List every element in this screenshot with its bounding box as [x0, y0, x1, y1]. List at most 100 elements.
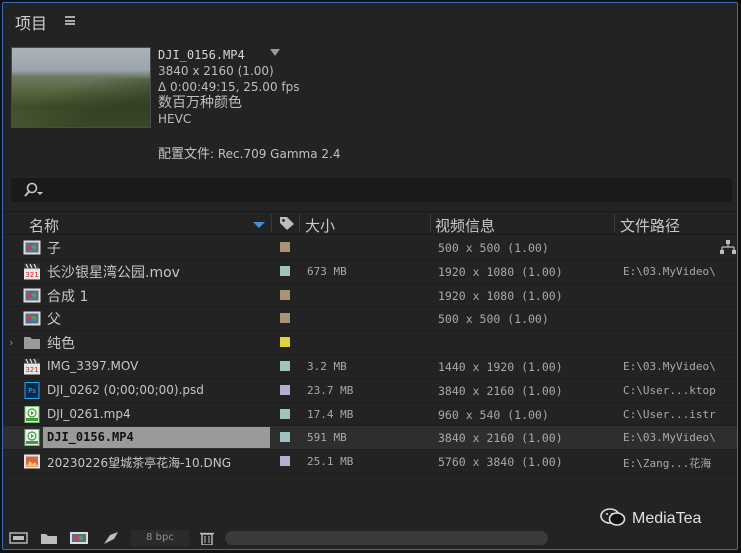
project-item-row[interactable]: DJI_0156.MP4 591 MB 3840 x 2160 (1.00) E:\0…: [3, 426, 737, 451]
profile-label: 配置文件: [158, 147, 211, 162]
label-color-swatch[interactable]: [280, 337, 290, 348]
preview-resolution: 3840 x 2160 (1.00): [158, 64, 274, 78]
preview-thumbnail: [11, 47, 151, 128]
item-name[interactable]: 合成 1: [47, 286, 88, 306]
item-name[interactable]: IMG_3397.MOV: [47, 359, 138, 373]
item-video-info: 3840 x 2160 (1.00): [438, 383, 563, 398]
video-file-icon: 321: [23, 358, 41, 375]
project-item-row[interactable]: 合成 1 1920 x 1080 (1.00): [3, 284, 737, 308]
project-item-row[interactable]: 20230226望城茶亭花海-10.DNG 25.1 MB 5760 x 3840 …: [3, 450, 737, 474]
new-composition-icon[interactable]: [69, 531, 89, 545]
item-name[interactable]: DJI_0156.MP4: [47, 430, 134, 444]
label-tag-icon[interactable]: [279, 216, 295, 231]
search-icon: [24, 182, 43, 197]
item-video-info: 1440 x 1920 (1.00): [438, 359, 563, 374]
project-item-row[interactable]: 父 500 x 500 (1.00): [3, 307, 737, 332]
composition-icon: [23, 310, 41, 327]
column-video-info[interactable]: 视频信息: [435, 215, 495, 236]
label-color-swatch[interactable]: [280, 289, 290, 300]
column-name[interactable]: 名称: [29, 215, 59, 236]
item-name[interactable]: 长沙银星湾公园.mov: [47, 262, 180, 282]
video-file-icon: 321: [23, 263, 41, 280]
label-color-swatch[interactable]: [280, 242, 290, 252]
folder-icon: [23, 334, 41, 351]
preview-codec: HEVC: [158, 112, 192, 126]
item-video-info: 1920 x 1080 (1.00): [438, 288, 563, 303]
profile-value: : Rec.709 Gamma 2.4: [210, 147, 341, 161]
bit-depth-button[interactable]: 8 bpc: [131, 530, 189, 546]
project-settings-icon[interactable]: [101, 531, 121, 545]
label-color-swatch[interactable]: [280, 408, 290, 419]
panel-menu-icon[interactable]: [65, 16, 75, 25]
item-name[interactable]: 子: [47, 238, 61, 258]
item-video-info: 3840 x 2160 (1.00): [438, 431, 563, 446]
search-input[interactable]: [11, 178, 732, 202]
label-color-swatch[interactable]: [280, 265, 290, 276]
item-name[interactable]: 父: [47, 309, 61, 329]
item-size: 673 MB: [307, 264, 347, 278]
column-header: 名称 大小 视频信息 文件路径: [3, 211, 737, 235]
item-name[interactable]: DJI_0262 (0;00;00;00).psd: [47, 383, 204, 397]
project-item-row[interactable]: 321 长沙银星湾公园.mov 673 MB 1920 x 1080 (1.00) E:…: [3, 260, 737, 284]
item-video-info: 500 x 500 (1.00): [438, 312, 549, 327]
item-size: 591 MB: [307, 431, 347, 445]
trash-icon[interactable]: [197, 531, 217, 545]
column-file-path[interactable]: 文件路径: [620, 215, 680, 236]
project-item-row[interactable]: DJI_0261.mp4 17.4 MB 960 x 540 (1.00) C:\Us…: [3, 403, 737, 427]
project-item-row[interactable]: 321 IMG_3397.MOV 3.2 MB 1440 x 1920 (1.00) E…: [3, 355, 737, 379]
label-color-swatch[interactable]: [280, 456, 290, 467]
item-video-info: 960 x 540 (1.00): [438, 407, 549, 422]
sort-descending-icon[interactable]: [253, 222, 265, 228]
label-color-swatch[interactable]: [280, 432, 290, 443]
item-size: 3.2 MB: [307, 359, 347, 373]
composition-flowchart-icon[interactable]: [720, 240, 736, 254]
horizontal-scrollbar[interactable]: [225, 531, 548, 545]
preview-duration: Δ 0:00:49:15, 25.00 fps: [158, 80, 300, 94]
project-item-row[interactable]: 子 500 x 500 (1.00): [3, 236, 737, 260]
photoshop-file-icon: Ps: [23, 381, 41, 399]
item-video-info: 500 x 500 (1.00): [438, 241, 549, 255]
image-file-icon: [23, 453, 41, 470]
new-folder-icon[interactable]: [39, 531, 59, 545]
item-video-info: 5760 x 3840 (1.00): [438, 455, 563, 470]
item-size: 17.4 MB: [307, 407, 354, 421]
column-size[interactable]: 大小: [305, 215, 335, 236]
item-video-info: 1920 x 1080 (1.00): [438, 264, 563, 279]
mp4-file-icon: [23, 429, 41, 447]
composition-icon: [23, 239, 41, 256]
preview-dropdown-icon[interactable]: [270, 49, 280, 56]
item-name[interactable]: 20230226望城茶亭花海-10.DNG: [47, 454, 231, 471]
item-file-path: E:\Zang...花海: [623, 457, 712, 471]
label-color-swatch[interactable]: [280, 360, 290, 371]
item-file-path: E:\03.MyVideo\: [623, 431, 716, 445]
project-item-list: 子 500 x 500 (1.00) 321 长沙银星湾公园.mov 673 MB 192…: [3, 236, 737, 474]
item-file-path: E:\03.MyVideo\: [623, 359, 716, 373]
preview-metadata: DJI_0156.MP4 3840 x 2160 (1.00) Δ 0:00:4…: [158, 47, 300, 127]
mp4-file-icon: [23, 405, 41, 423]
label-color-swatch[interactable]: [280, 384, 290, 395]
svg-text:Ps: Ps: [28, 387, 36, 395]
item-name[interactable]: 纯色: [47, 333, 75, 353]
item-file-path: E:\03.MyVideo\: [623, 264, 716, 278]
svg-text:321: 321: [25, 271, 38, 279]
panel-title[interactable]: 项目: [15, 10, 47, 34]
panel-footer: 8 bpc: [3, 527, 737, 549]
item-file-path: C:\User...ktop: [623, 383, 716, 397]
svg-text:321: 321: [25, 366, 38, 374]
panel-titlebar: 项目: [3, 3, 737, 39]
expand-arrow-icon[interactable]: ›: [9, 336, 13, 349]
watermark-text: MediaTea: [632, 510, 702, 527]
watermark: MediaTea: [600, 508, 701, 528]
item-name[interactable]: DJI_0261.mp4: [47, 407, 131, 421]
label-color-swatch[interactable]: [280, 313, 290, 324]
project-item-row[interactable]: › 纯色: [3, 331, 737, 355]
project-item-row[interactable]: Ps DJI_0262 (0;00;00;00).psd 23.7 MB 3840 x…: [3, 379, 737, 403]
preview-color-profile: 配置文件: Rec.709 Gamma 2.4: [158, 143, 340, 162]
interpret-footage-icon[interactable]: [9, 531, 29, 545]
item-size: 23.7 MB: [307, 383, 354, 397]
item-size: 25.1 MB: [307, 455, 354, 469]
item-file-path: C:\User...istr: [623, 407, 716, 421]
wechat-logo-icon: [600, 508, 626, 526]
composition-icon: [23, 287, 41, 304]
project-panel: 项目 DJI_0156.MP4 3840 x 2160 (1.00) Δ 0:0…: [2, 2, 738, 550]
